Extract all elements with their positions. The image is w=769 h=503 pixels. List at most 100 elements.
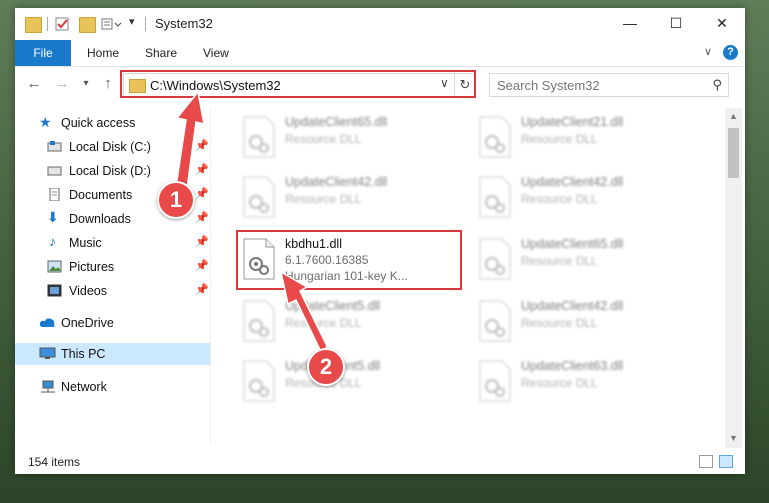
- sidebar-item-this-pc[interactable]: This PC: [15, 343, 210, 365]
- sidebar-item-label: Documents: [69, 188, 133, 202]
- tab-file[interactable]: File: [15, 40, 71, 66]
- file-item[interactable]: UpdateClient42.dll Resource DLL: [473, 170, 701, 226]
- dll-file-icon: [243, 360, 275, 402]
- file-highlight-box: [236, 230, 462, 290]
- scrollbar-thumb[interactable]: [728, 128, 739, 178]
- dll-file-icon: [479, 360, 511, 402]
- file-name: UpdateClient65.dll: [521, 237, 624, 251]
- large-icons-view-icon[interactable]: [719, 455, 733, 468]
- search-input[interactable]: [490, 74, 707, 96]
- sidebar-item-label: Network: [61, 380, 107, 394]
- forward-arrow-icon[interactable]: →: [53, 75, 71, 93]
- item-count: 154 items: [28, 455, 81, 469]
- step-badge-1: 1: [157, 181, 195, 219]
- pin-icon[interactable]: 📌: [195, 235, 209, 248]
- search-box[interactable]: ⚲: [489, 73, 729, 97]
- back-arrow-icon[interactable]: ←: [25, 75, 43, 93]
- pin-icon[interactable]: 📌: [195, 283, 209, 296]
- dll-file-icon: [479, 176, 511, 218]
- navigation-pane: ★ Quick access Local Disk (C:) 📌 Local D…: [15, 108, 210, 444]
- search-icon[interactable]: ⚲: [712, 77, 722, 93]
- documents-icon: [47, 187, 62, 202]
- expand-ribbon-icon[interactable]: ∨: [704, 45, 712, 58]
- file-item[interactable]: UpdateClient42.dll Resource DLL: [473, 294, 701, 350]
- file-name: UpdateClient21.dll: [521, 115, 624, 129]
- folder-icon: [25, 17, 42, 33]
- sidebar-item-pictures[interactable]: Pictures 📌: [15, 256, 210, 278]
- pin-icon[interactable]: 📌: [195, 211, 209, 224]
- title-bar: ▾ System32 — ☐ ✕: [15, 8, 745, 40]
- file-type: Resource DLL: [521, 192, 598, 206]
- file-item[interactable]: UpdateClient5.dll Resource DLL: [237, 294, 465, 350]
- tab-home[interactable]: Home: [75, 40, 131, 66]
- sidebar-item-label: Videos: [69, 284, 107, 298]
- file-type: Resource DLL: [521, 316, 598, 330]
- sidebar-item-label: Downloads: [69, 212, 131, 226]
- computer-icon: [39, 347, 56, 360]
- details-view-icon[interactable]: [699, 455, 713, 468]
- new-folder-icon[interactable]: [79, 17, 96, 33]
- sidebar-item-local-disk-c[interactable]: Local Disk (C:) 📌: [15, 136, 210, 158]
- status-bar: 154 items: [15, 450, 745, 474]
- file-name: UpdateClient42.dll: [285, 175, 388, 189]
- sidebar-item-label: Quick access: [61, 116, 136, 130]
- dll-file-icon: [479, 116, 511, 158]
- window-title: System32: [155, 16, 213, 31]
- file-type: Resource DLL: [521, 254, 598, 268]
- vertical-scrollbar[interactable]: ▲ ▼: [725, 108, 742, 448]
- sidebar-item-videos[interactable]: Videos 📌: [15, 280, 210, 302]
- file-item[interactable]: UpdateClient42.dll Resource DLL: [237, 170, 465, 226]
- dll-file-icon: [243, 176, 275, 218]
- maximize-button[interactable]: ☐: [653, 8, 699, 38]
- pin-icon[interactable]: 📌: [195, 259, 209, 272]
- file-item[interactable]: UpdateClient5.dll Resource DLL: [237, 354, 465, 410]
- file-item[interactable]: UpdateClient65.dll Resource DLL: [237, 110, 465, 166]
- scroll-up-arrow-icon[interactable]: ▲: [725, 108, 742, 125]
- recent-locations-icon[interactable]: ▾: [77, 75, 95, 93]
- sidebar-item-onedrive[interactable]: OneDrive: [15, 312, 210, 334]
- drive-icon: [47, 140, 62, 153]
- videos-icon: [47, 284, 62, 297]
- sidebar-item-music[interactable]: ♪ Music 📌: [15, 232, 210, 254]
- file-type: Resource DLL: [285, 316, 362, 330]
- file-name: UpdateClient65.dll: [285, 115, 388, 129]
- divider: [47, 17, 48, 31]
- file-name: UpdateClient42.dll: [521, 299, 624, 313]
- tab-share[interactable]: Share: [133, 40, 189, 66]
- properties-icon[interactable]: [55, 17, 70, 31]
- tab-view[interactable]: View: [191, 40, 241, 66]
- file-item[interactable]: UpdateClient21.dll Resource DLL: [473, 110, 701, 166]
- star-icon: ★: [39, 114, 52, 130]
- dll-file-icon: [479, 238, 511, 280]
- pin-icon[interactable]: 📌: [195, 187, 209, 200]
- pictures-icon: [47, 260, 62, 273]
- file-type: Resource DLL: [521, 132, 598, 146]
- file-item[interactable]: UpdateClient65.dll Resource DLL: [473, 232, 701, 288]
- sidebar-item-label: This PC: [61, 347, 106, 361]
- file-item[interactable]: UpdateClient63.dll Resource DLL: [473, 354, 701, 410]
- customize-toolbar-icon[interactable]: [101, 17, 122, 31]
- network-icon: [39, 380, 55, 393]
- dll-file-icon: [243, 116, 275, 158]
- chevron-down-icon[interactable]: ▾: [129, 15, 135, 28]
- scroll-down-arrow-icon[interactable]: ▼: [725, 430, 742, 447]
- pin-icon[interactable]: 📌: [195, 163, 209, 176]
- step-badge-2: 2: [307, 348, 345, 386]
- close-button[interactable]: ✕: [699, 8, 745, 38]
- sidebar-item-network[interactable]: Network: [15, 376, 210, 398]
- music-icon: ♪: [49, 233, 56, 249]
- file-type: Resource DLL: [521, 376, 598, 390]
- sidebar-item-label: OneDrive: [61, 316, 114, 330]
- sidebar-item-local-disk-d[interactable]: Local Disk (D:) 📌: [15, 160, 210, 182]
- file-type: Resource DLL: [285, 192, 362, 206]
- navigation-bar: ← → ▾ ↑ C:\Windows\System32 ∨ ↻ ⚲: [15, 68, 745, 102]
- address-highlight-box: [120, 70, 476, 98]
- file-name: UpdateClient42.dll: [521, 175, 624, 189]
- minimize-button[interactable]: —: [607, 8, 653, 38]
- cloud-icon: [39, 316, 55, 329]
- up-arrow-icon[interactable]: ↑: [99, 75, 117, 93]
- sidebar-item-quick-access[interactable]: ★ Quick access: [15, 112, 210, 134]
- sidebar-item-label: Local Disk (D:): [69, 164, 151, 178]
- help-icon[interactable]: ?: [723, 45, 738, 60]
- pin-icon[interactable]: 📌: [195, 139, 209, 152]
